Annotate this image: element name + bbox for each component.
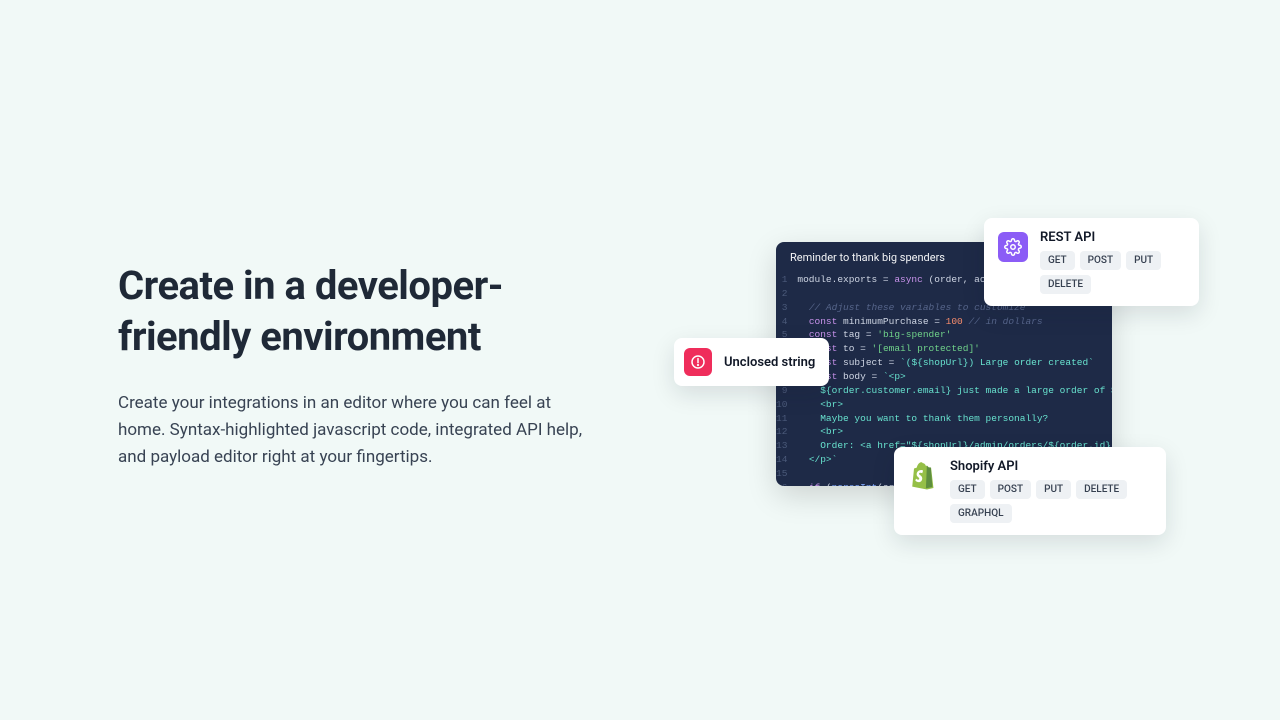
method-chip-graphql[interactable]: GRAPHQL xyxy=(950,504,1012,523)
shopify-api-chips: GET POST PUT DELETE GRAPHQL xyxy=(950,480,1152,523)
method-chip-delete[interactable]: DELETE xyxy=(1040,275,1091,294)
method-chip-get[interactable]: GET xyxy=(1040,251,1075,270)
shopify-icon xyxy=(908,461,938,491)
shopify-api-title: Shopify API xyxy=(950,459,1152,474)
rest-api-card: REST API GET POST PUT DELETE xyxy=(984,218,1199,306)
page-body: Create your integrations in an editor wh… xyxy=(118,390,598,471)
shopify-api-card: Shopify API GET POST PUT DELETE GRAPHQL xyxy=(894,447,1166,535)
method-chip-post[interactable]: POST xyxy=(990,480,1031,499)
method-chip-put[interactable]: PUT xyxy=(1126,251,1161,270)
error-text: Unclosed string xyxy=(724,355,815,370)
method-chip-get[interactable]: GET xyxy=(950,480,985,499)
hero-copy: Create in a developer-friendly environme… xyxy=(118,260,598,471)
rest-api-title: REST API xyxy=(1040,230,1185,245)
method-chip-delete[interactable]: DELETE xyxy=(1076,480,1127,499)
rest-api-chips: GET POST PUT DELETE xyxy=(1040,251,1185,294)
alert-icon xyxy=(684,348,712,376)
method-chip-put[interactable]: PUT xyxy=(1036,480,1071,499)
method-chip-post[interactable]: POST xyxy=(1080,251,1121,270)
error-badge: Unclosed string xyxy=(674,338,829,386)
gear-icon xyxy=(998,232,1028,262)
page-heading: Create in a developer-friendly environme… xyxy=(118,260,598,362)
